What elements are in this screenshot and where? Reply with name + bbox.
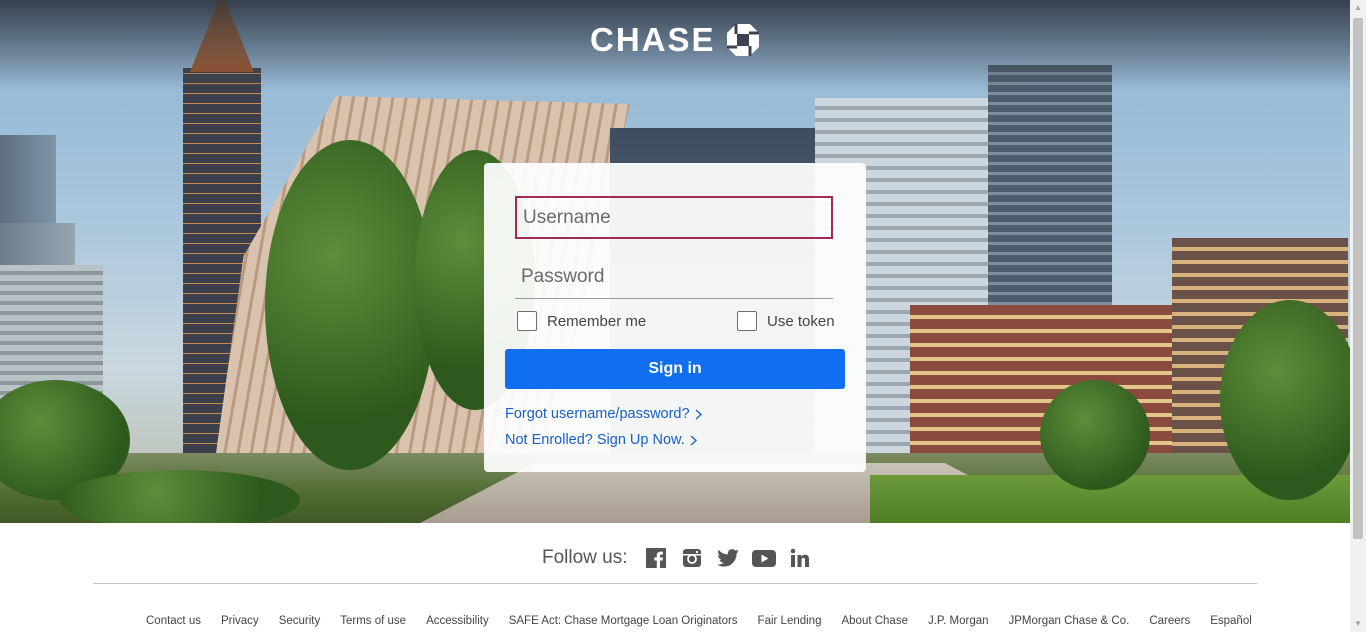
footer-link-terms-of-use[interactable]: Terms of use xyxy=(340,615,406,627)
footer-links: Contact us Privacy Security Terms of use… xyxy=(146,615,1272,627)
forgot-credentials-link[interactable]: Forgot username/password? xyxy=(505,406,702,422)
username-input[interactable] xyxy=(515,196,833,239)
use-token-box[interactable] xyxy=(737,311,757,331)
enroll-label: Not Enrolled? Sign Up Now. xyxy=(505,432,685,448)
remember-me-box[interactable] xyxy=(517,311,537,331)
use-token-checkbox[interactable]: Use token xyxy=(737,311,835,331)
password-input[interactable] xyxy=(515,256,833,299)
footer-link-accessibility[interactable]: Accessibility xyxy=(426,615,489,627)
youtube-icon[interactable] xyxy=(751,546,776,570)
scroll-up-arrow-icon[interactable]: ▲ xyxy=(1350,0,1366,16)
use-token-label: Use token xyxy=(767,312,835,330)
brand-wordmark: CHASE xyxy=(590,21,716,58)
sign-in-button[interactable]: Sign in xyxy=(505,349,845,389)
tree-right xyxy=(1220,300,1350,500)
footer-link-privacy[interactable]: Privacy xyxy=(221,615,259,627)
login-card: Remember me Use token Sign in Forgot use… xyxy=(484,163,866,472)
footer-link-jp-morgan[interactable]: J.P. Morgan xyxy=(928,615,989,627)
chevron-right-icon xyxy=(695,409,702,419)
scroll-down-arrow-icon[interactable]: ▼ xyxy=(1350,616,1366,632)
linkedin-icon[interactable] xyxy=(788,546,812,570)
follow-us-label: Follow us: xyxy=(542,547,628,568)
footer-link-jpmorgan-chase[interactable]: JPMorgan Chase & Co. xyxy=(1009,615,1130,627)
scrollbar-thumb[interactable] xyxy=(1353,18,1363,539)
footer-link-security[interactable]: Security xyxy=(279,615,321,627)
tree-right-small xyxy=(1040,380,1150,490)
chevron-right-icon xyxy=(690,435,697,445)
footer-link-safe-act[interactable]: SAFE Act: Chase Mortgage Loan Originator… xyxy=(509,615,738,627)
hedge xyxy=(60,470,300,523)
footer-divider xyxy=(93,583,1257,584)
footer-link-espanol[interactable]: Español xyxy=(1210,615,1252,627)
remember-me-checkbox[interactable]: Remember me xyxy=(517,311,646,331)
facebook-icon[interactable] xyxy=(644,546,668,570)
vertical-scrollbar[interactable]: ▲ ▼ xyxy=(1350,0,1366,632)
follow-us-bar: Follow us: xyxy=(542,545,824,571)
footer-link-fair-lending[interactable]: Fair Lending xyxy=(758,615,822,627)
remember-me-label: Remember me xyxy=(547,312,647,330)
footer-link-contact-us[interactable]: Contact us xyxy=(146,615,201,627)
forgot-credentials-label: Forgot username/password? xyxy=(505,406,690,422)
enroll-link[interactable]: Not Enrolled? Sign Up Now. xyxy=(505,432,697,448)
footer-link-about-chase[interactable]: About Chase xyxy=(841,615,908,627)
twitter-icon[interactable] xyxy=(716,546,740,570)
chase-octagon-icon xyxy=(726,24,759,56)
tree-left xyxy=(265,140,435,470)
chase-login-page: CHASE Remember me Use token Sign in Forg… xyxy=(0,0,1366,632)
chase-logo[interactable]: CHASE xyxy=(590,22,760,58)
instagram-icon[interactable] xyxy=(680,546,704,570)
footer-link-careers[interactable]: Careers xyxy=(1149,615,1190,627)
